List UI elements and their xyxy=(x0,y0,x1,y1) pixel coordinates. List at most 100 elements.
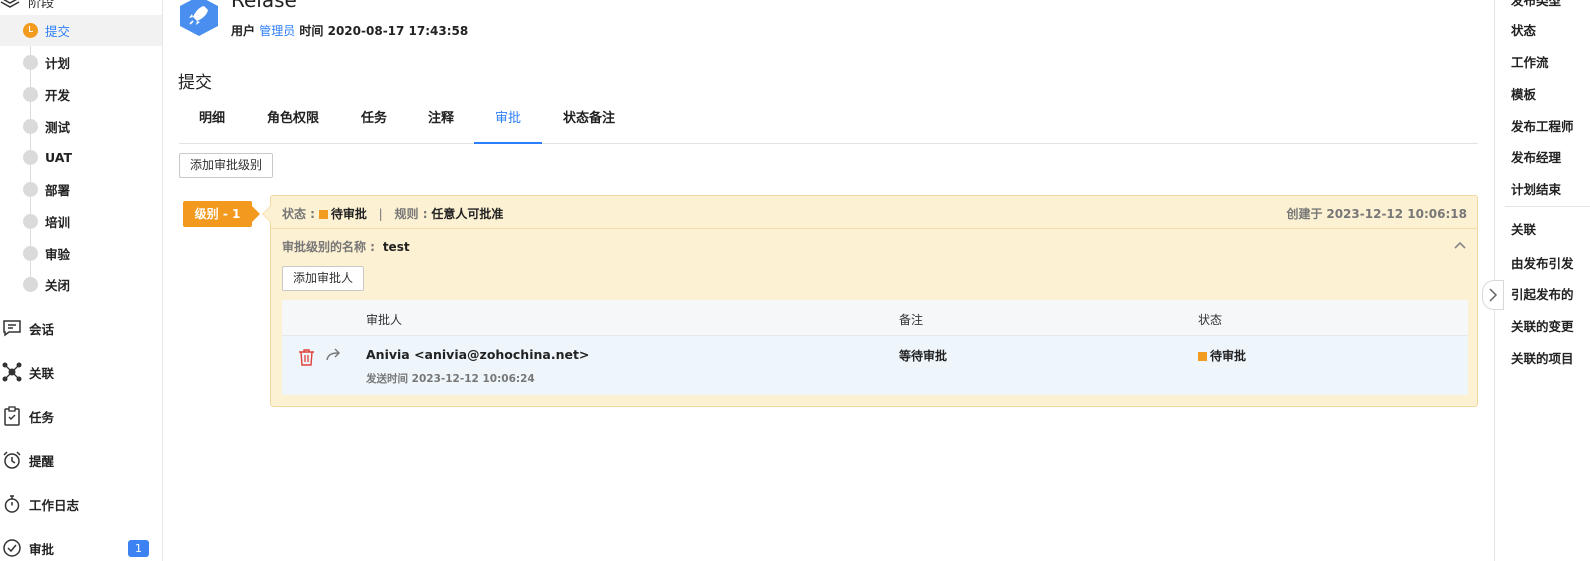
stage-dot-icon xyxy=(23,119,38,134)
sidebar-item-stages[interactable]: 阶段 xyxy=(0,0,162,11)
right-nav-planned-end[interactable]: 计划结束 xyxy=(1511,179,1561,198)
section-title: 提交 xyxy=(178,73,212,93)
right-nav-associations[interactable]: 关联 xyxy=(1511,219,1536,238)
stage-test[interactable]: 测试 xyxy=(0,111,162,142)
approver-name: Anivia <anivia@zohochina.net> xyxy=(366,347,590,362)
created-value: 2023-12-12 10:06:18 xyxy=(1326,207,1467,221)
approval-level-panel: 状态 : 待审批 | 规则 : 任意人可批准 创建于 2023-12-12 10… xyxy=(262,195,1478,407)
tab-status-comments[interactable]: 状态备注 xyxy=(549,100,629,144)
separator: | xyxy=(378,207,383,221)
right-nav-related-changes[interactable]: 关联的变更 xyxy=(1511,316,1574,335)
tab-tasks[interactable]: 任务 xyxy=(345,100,403,144)
tab-notes[interactable]: 注释 xyxy=(412,100,470,144)
sidebar-item-label: 工作日志 xyxy=(29,497,80,513)
page-title: Relase xyxy=(231,0,297,12)
right-nav-release-manager[interactable]: 发布经理 xyxy=(1511,147,1561,166)
chevron-up-icon[interactable] xyxy=(1453,238,1467,252)
stage-close[interactable]: 关闭 xyxy=(0,269,162,300)
sidebar-item-reminders[interactable]: 提醒 xyxy=(0,448,162,472)
add-approval-level-button[interactable]: 添加审批级别 xyxy=(179,153,274,178)
record-meta: 用户 管理员 时间 2020-08-17 17:43:58 xyxy=(231,22,468,39)
rocket-icon xyxy=(180,0,218,36)
right-nav-status[interactable]: 状态 xyxy=(1511,20,1536,39)
sidebar-item-label: 关联 xyxy=(29,365,55,381)
sidebar-item-label: 提醒 xyxy=(29,453,55,469)
stage-uat[interactable]: UAT xyxy=(0,142,162,173)
stage-label: UAT xyxy=(45,150,72,165)
stopwatch-icon xyxy=(4,495,20,513)
level-name-value: test xyxy=(382,240,410,254)
alarm-clock-icon xyxy=(3,451,21,469)
tab-role-permissions[interactable]: 角色权限 xyxy=(251,100,335,144)
right-nav-causing-release[interactable]: 引起发布的 xyxy=(1511,284,1574,303)
rule-label: 规则 : xyxy=(394,207,428,221)
sidebar-item-worklog[interactable]: 工作日志 xyxy=(0,492,162,516)
created-label: 创建于 xyxy=(1286,207,1323,221)
stage-dot-icon xyxy=(23,246,38,261)
relation-icon xyxy=(2,362,22,382)
add-approver-button[interactable]: 添加审批人 xyxy=(282,266,365,291)
layers-icon xyxy=(0,0,20,8)
left-sidebar: 阶段 提交 计划 开发 测试 UAT 部署 培训 审验 关闭 会话 关联 任务 … xyxy=(0,0,163,561)
approvers-table: 审批人 备注 状态 Anivia <anivia@zohochina.net> … xyxy=(282,300,1468,396)
right-nav-template[interactable]: 模板 xyxy=(1511,84,1536,103)
status-value: 待审批 xyxy=(330,207,367,221)
stage-label: 测试 xyxy=(45,120,71,135)
stage-deploy[interactable]: 部署 xyxy=(0,174,162,205)
right-nav-release-engineer[interactable]: 发布工程师 xyxy=(1511,116,1574,135)
approval-level-header: 状态 : 待审批 | 规则 : 任意人可批准 创建于 2023-12-12 10… xyxy=(271,196,1477,229)
approvals-count-badge: 1 xyxy=(128,539,149,557)
forward-icon[interactable] xyxy=(325,347,342,363)
stage-label: 计划 xyxy=(45,56,71,71)
stage-label: 提交 xyxy=(45,24,71,39)
sent-time: 发送时间 2023-12-12 10:06:24 xyxy=(366,373,535,385)
stage-dot-icon xyxy=(23,150,38,165)
sidebar-item-label: 会话 xyxy=(29,321,55,337)
rule-value: 任意人可批准 xyxy=(431,207,504,221)
right-sidebar: 发布类型 状态 工作流 模板 发布工程师 发布经理 计划结束 关联 由发布引发 … xyxy=(1494,0,1590,561)
sidebar-item-approvals[interactable]: 审批 1 xyxy=(0,536,162,560)
level-name-label: 审批级别的名称 : xyxy=(282,240,375,254)
right-nav-workflow[interactable]: 工作流 xyxy=(1511,52,1549,71)
tab-bar: 明细 角色权限 任务 注释 审批 状态备注 xyxy=(179,100,1478,144)
sidebar-item-conversations[interactable]: 会话 xyxy=(0,316,162,340)
stage-dot-icon xyxy=(23,182,38,197)
user-label: 用户 xyxy=(231,24,256,38)
table-row: Anivia <anivia@zohochina.net> 发送时间 2023-… xyxy=(282,336,1468,395)
stage-dot-icon xyxy=(23,214,38,229)
time-value: 2020-08-17 17:43:58 xyxy=(327,24,469,38)
stage-submit[interactable]: 提交 xyxy=(0,15,162,46)
trash-icon[interactable] xyxy=(298,348,315,367)
pending-status-icon xyxy=(1198,352,1207,361)
user-link[interactable]: 管理员 xyxy=(259,24,295,38)
column-header-status: 状态 xyxy=(1198,313,1223,327)
tab-approvals[interactable]: 审批 xyxy=(474,100,542,144)
stage-label: 开发 xyxy=(45,88,71,103)
column-header-note: 备注 xyxy=(899,313,924,327)
stage-dot-icon xyxy=(23,55,38,70)
stage-plan[interactable]: 计划 xyxy=(0,47,162,78)
sidebar-toggle-button[interactable] xyxy=(1482,280,1504,310)
sidebar-item-label: 任务 xyxy=(29,409,55,425)
sidebar-item-tasks[interactable]: 任务 xyxy=(0,404,162,428)
sidebar-item-label: 阶段 xyxy=(28,0,55,11)
stage-training[interactable]: 培训 xyxy=(0,206,162,237)
stage-review[interactable]: 审验 xyxy=(0,238,162,269)
right-divider xyxy=(1505,206,1590,207)
time-label: 时间 xyxy=(299,24,324,38)
stage-develop[interactable]: 开发 xyxy=(0,79,162,110)
tab-details[interactable]: 明细 xyxy=(179,100,245,144)
sidebar-item-associations[interactable]: 关联 xyxy=(0,360,162,384)
stage-dot-icon xyxy=(23,87,38,102)
table-header: 审批人 备注 状态 xyxy=(282,300,1468,336)
approval-level-badge: 级别 - 1 xyxy=(183,201,260,227)
chat-icon xyxy=(3,320,21,337)
clipboard-icon xyxy=(4,406,20,426)
right-nav-caused-by-release[interactable]: 由发布引发 xyxy=(1511,253,1574,272)
status-label: 状态 : xyxy=(282,207,315,221)
check-circle-icon xyxy=(3,539,21,557)
chevron-right-icon xyxy=(1489,288,1498,302)
right-nav-release-type[interactable]: 发布类型 xyxy=(1511,0,1561,9)
stage-dot-icon xyxy=(23,277,38,292)
right-nav-related-projects[interactable]: 关联的项目 xyxy=(1511,348,1574,367)
